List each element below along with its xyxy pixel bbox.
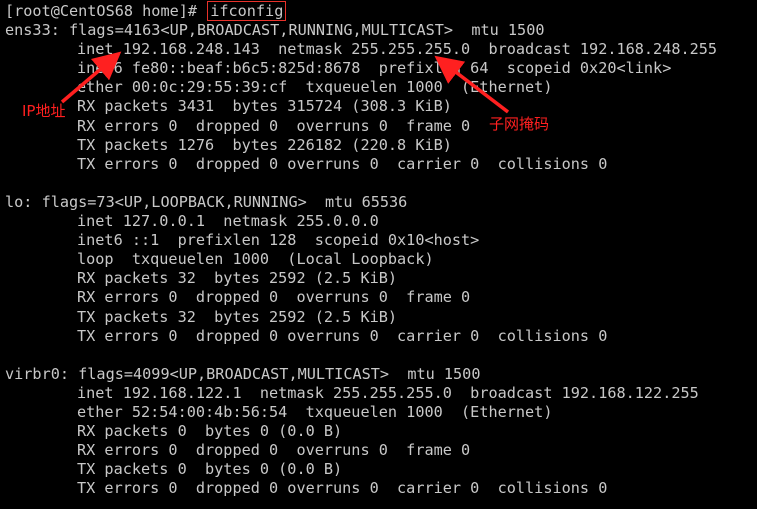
- ip-arrow: [60, 51, 122, 104]
- annotation-arrows: [60, 51, 510, 114]
- netmask-arrow: [434, 55, 510, 114]
